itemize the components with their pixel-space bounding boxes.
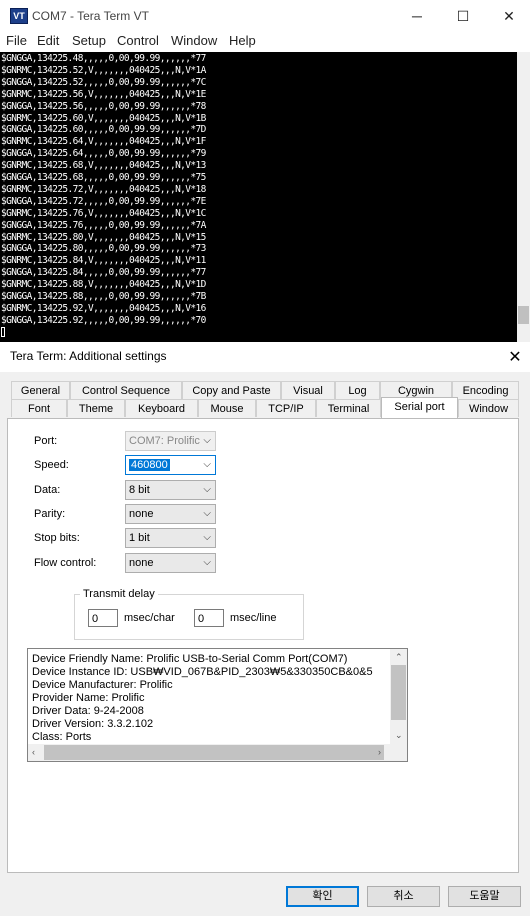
scroll-right-icon[interactable]: › <box>378 747 381 757</box>
menu-edit[interactable]: Edit <box>37 33 59 48</box>
tab-font[interactable]: Font <box>11 399 67 417</box>
tab-theme[interactable]: Theme <box>67 399 125 417</box>
parity-label: Parity: <box>34 508 66 520</box>
terminal-line: $GNGGA,134225.84,,,,,0,00,99.99,,,,,,*77 <box>1 267 206 279</box>
stop-bits-select[interactable]: 1 bit ⌵ <box>125 528 216 548</box>
help-button[interactable]: 도움말 <box>448 886 521 907</box>
menu-control[interactable]: Control <box>117 33 159 48</box>
dialog-close-button[interactable]: ✕ <box>500 342 530 372</box>
chevron-down-icon: ⌵ <box>203 557 211 568</box>
info-vertical-scroll-thumb[interactable] <box>391 665 406 720</box>
terminal-line: $GNGGA,134225.56,,,,,0,00,99.99,,,,,,*78 <box>1 100 206 112</box>
device-info-line: Device Instance ID: USB₩VID_067B&PID_230… <box>32 666 373 678</box>
device-info-line: Provider Name: Prolific <box>32 692 145 704</box>
window-title: COM7 - Tera Term VT <box>32 9 149 23</box>
tab-tcpip[interactable]: TCP/IP <box>256 399 316 417</box>
msec-char-input[interactable]: 0 <box>88 609 118 627</box>
scroll-down-icon[interactable]: ⌄ <box>395 730 403 741</box>
flow-control-select[interactable]: none ⌵ <box>125 553 216 573</box>
close-icon: ✕ <box>508 349 522 366</box>
speed-select[interactable]: 460800 ⌵ <box>125 455 216 475</box>
cancel-button[interactable]: 취소 <box>367 886 440 907</box>
terminal-line: $GNGGA,134225.60,,,,,0,00,99.99,,,,,,*7D <box>1 124 206 136</box>
terminal-line: $GNRMC,134225.88,V,,,,,,,040425,,,N,V*1D <box>1 279 206 291</box>
tab-serial-port[interactable]: Serial port <box>381 397 458 418</box>
tab-mouse[interactable]: Mouse <box>198 399 256 417</box>
terminal-line: $GNRMC,134225.92,V,,,,,,,040425,,,N,V*16 <box>1 302 206 314</box>
msec-line-label: msec/line <box>230 612 277 624</box>
terminal-line: $GNGGA,134225.76,,,,,0,00,99.99,,,,,,*7A <box>1 219 206 231</box>
minimize-icon: ─ <box>412 8 422 24</box>
terminal-output[interactable]: $GNGGA,134225.48,,,,,0,00,99.99,,,,,,*77… <box>0 52 517 342</box>
data-select[interactable]: 8 bit ⌵ <box>125 480 216 500</box>
msec-char-label: msec/char <box>124 612 175 624</box>
tab-general[interactable]: General <box>11 381 70 399</box>
close-button[interactable]: ✕ <box>486 0 530 32</box>
tab-control-sequence[interactable]: Control Sequence <box>70 381 182 399</box>
chevron-down-icon: ⌵ <box>203 435 211 446</box>
flow-control-label: Flow control: <box>34 557 97 569</box>
terminal-line: $GNGGA,134225.52,,,,,0,00,99.99,,,,,,*7C <box>1 76 206 88</box>
maximize-button[interactable]: ☐ <box>440 0 486 32</box>
tab-window[interactable]: Window <box>458 399 519 417</box>
terminal-line: $GNGGA,134225.64,,,,,0,00,99.99,,,,,,*79 <box>1 148 206 160</box>
device-info-line: Driver Version: 3.3.2.102 <box>32 718 154 730</box>
ok-button[interactable]: 확인 <box>286 886 359 907</box>
chevron-down-icon: ⌵ <box>203 532 211 543</box>
tab-visual[interactable]: Visual <box>281 381 335 399</box>
tab-keyboard[interactable]: Keyboard <box>125 399 198 417</box>
terminal-line: $GNRMC,134225.80,V,,,,,,,040425,,,N,V*15 <box>1 231 206 243</box>
stop-bits-label: Stop bits: <box>34 532 80 544</box>
transmit-delay-legend: Transmit delay <box>80 588 158 600</box>
chevron-down-icon: ⌵ <box>203 508 211 519</box>
device-info-line: Device Friendly Name: Prolific USB-to-Se… <box>32 653 348 665</box>
scroll-up-icon[interactable]: ⌃ <box>395 652 403 663</box>
terminal-line: $GNGGA,134225.92,,,,,0,00,99.99,,,,,,*70 <box>1 314 206 326</box>
device-info-line: Device Manufacturer: Prolific <box>32 679 173 691</box>
scroll-left-icon[interactable]: ‹ <box>32 747 35 757</box>
info-horizontal-scroll-thumb[interactable] <box>44 745 384 760</box>
terminal-line: $GNRMC,134225.76,V,,,,,,,040425,,,N,V*1C <box>1 207 206 219</box>
speed-label: Speed: <box>34 459 69 471</box>
tab-log[interactable]: Log <box>335 381 380 399</box>
parity-select[interactable]: none ⌵ <box>125 504 216 524</box>
device-info-line: Class: Ports <box>32 731 92 743</box>
terminal-line: $GNRMC,134225.56,V,,,,,,,040425,,,N,V*1E <box>1 88 206 100</box>
terminal-line: $GNRMC,134225.52,V,,,,,,,040425,,,N,V*1A <box>1 64 206 76</box>
menu-bar: File Edit Setup Control Window Help <box>0 32 530 52</box>
terminal-line: $GNGGA,134225.72,,,,,0,00,99.99,,,,,,*7E <box>1 195 206 207</box>
terminal-line: $GNRMC,134225.60,V,,,,,,,040425,,,N,V*1B <box>1 112 206 124</box>
teraterm-app-icon: VT <box>10 8 28 24</box>
dialog-title: Tera Term: Additional settings <box>10 349 167 363</box>
device-info-line: Driver Data: 9-24-2008 <box>32 705 144 717</box>
msec-line-input[interactable]: 0 <box>194 609 224 627</box>
menu-setup[interactable]: Setup <box>72 33 106 48</box>
terminal-line: $GNGGA,134225.88,,,,,0,00,99.99,,,,,,*7B <box>1 291 206 302</box>
port-label: Port: <box>34 435 58 447</box>
menu-help[interactable]: Help <box>229 33 256 48</box>
terminal-scroll-thumb[interactable] <box>518 306 529 324</box>
tab-terminal[interactable]: Terminal <box>316 399 381 417</box>
terminal-line: $GNRMC,134225.64,V,,,,,,,040425,,,N,V*1F <box>1 136 206 148</box>
terminal-line: $GNGGA,134225.80,,,,,0,00,99.99,,,,,,*73 <box>1 243 206 255</box>
terminal-line: $GNGGA,134225.48,,,,,0,00,99.99,,,,,,*77 <box>1 53 206 64</box>
close-icon: ✕ <box>503 7 515 24</box>
minimize-button[interactable]: ─ <box>394 0 440 32</box>
chevron-down-icon: ⌵ <box>203 484 211 495</box>
tab-copy-and-paste[interactable]: Copy and Paste <box>182 381 281 399</box>
maximize-icon: ☐ <box>456 7 470 24</box>
tab-encoding[interactable]: Encoding <box>452 381 519 399</box>
terminal-line: $GNRMC,134225.68,V,,,,,,,040425,,,N,V*13 <box>1 160 206 172</box>
serial-port-tab-panel <box>7 418 519 873</box>
terminal-line: $GNRMC,134225.72,V,,,,,,,040425,,,N,V*18 <box>1 183 206 195</box>
terminal-cursor <box>1 326 5 340</box>
port-select: COM7: Prolific ⌵ <box>125 431 216 451</box>
menu-file[interactable]: File <box>6 33 27 48</box>
menu-window[interactable]: Window <box>171 33 217 48</box>
terminal-scrollbar[interactable] <box>517 52 530 342</box>
chevron-down-icon: ⌵ <box>203 459 211 470</box>
terminal-line: $GNGGA,134225.68,,,,,0,00,99.99,,,,,,*75 <box>1 172 206 183</box>
data-label: Data: <box>34 484 61 496</box>
terminal-line: $GNRMC,134225.84,V,,,,,,,040425,,,N,V*11 <box>1 255 206 267</box>
